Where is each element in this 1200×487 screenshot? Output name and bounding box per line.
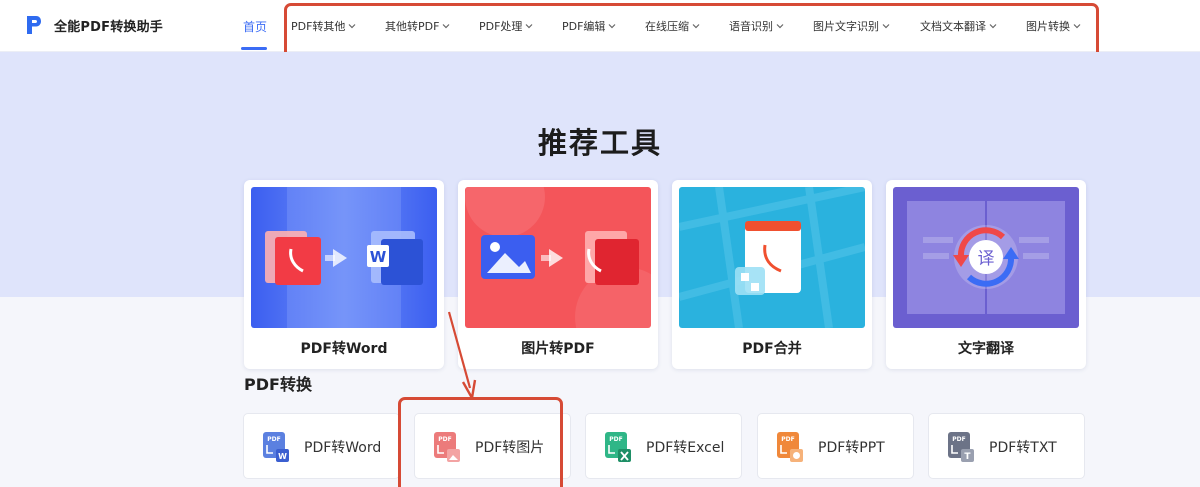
svg-text:T: T	[964, 452, 971, 462]
nav-home-active-indicator	[241, 47, 267, 50]
tool-pdf-to-txt[interactable]: PDF T PDF转TXT	[928, 413, 1085, 479]
annotation-arrow-icon	[447, 311, 477, 400]
svg-text:PDF: PDF	[267, 436, 280, 443]
translate-badge: 译	[978, 249, 995, 269]
rec-card-label: 文字翻译	[958, 341, 1014, 357]
pdf-to-txt-icon: PDF T	[948, 432, 974, 462]
svg-text:PDF: PDF	[952, 436, 965, 443]
rec-card-text-translate[interactable]: 译 文字翻译	[886, 180, 1086, 369]
pdf-to-word-illustration: W	[251, 187, 437, 328]
recommended-title: 推荐工具	[537, 126, 662, 160]
svg-text:W: W	[278, 452, 287, 461]
rec-card-pdf-merge[interactable]: PDF合并	[672, 180, 872, 369]
tool-highlight-annotation	[398, 397, 563, 487]
rec-card-label: PDF合并	[742, 341, 802, 357]
nav-home[interactable]: 首页	[243, 18, 267, 35]
svg-text:PDF: PDF	[781, 436, 794, 443]
tool-label: PDF转TXT	[989, 440, 1057, 456]
pdf-to-ppt-icon: PDF	[777, 432, 803, 462]
brand-name: 全能PDF转换助手	[54, 19, 163, 35]
rec-card-pdf-to-word[interactable]: W PDF转Word	[244, 180, 444, 369]
tool-label: PDF转Word	[304, 440, 382, 456]
tool-pdf-to-excel[interactable]: PDF PDF转Excel	[585, 413, 742, 479]
rec-card-label: 图片转PDF	[521, 341, 595, 357]
tool-pdf-to-ppt[interactable]: PDF PDF转PPT	[757, 413, 914, 479]
pdf-merge-illustration	[679, 187, 865, 328]
pdf-to-word-icon: PDF W	[263, 432, 289, 462]
svg-text:W: W	[370, 248, 387, 266]
pdf-convert-title: PDF转换	[244, 375, 312, 394]
tool-label: PDF转PPT	[818, 440, 885, 456]
tool-pdf-to-word[interactable]: PDF W PDF转Word	[243, 413, 400, 479]
pdf-to-excel-icon: PDF	[605, 432, 631, 462]
svg-text:PDF: PDF	[609, 436, 622, 443]
image-to-pdf-illustration	[465, 187, 651, 328]
rec-card-image-to-pdf[interactable]: 图片转PDF	[458, 180, 658, 369]
brand[interactable]: 全能PDF转换助手	[26, 15, 163, 35]
rec-card-label: PDF转Word	[300, 341, 388, 357]
tool-label: PDF转Excel	[646, 440, 725, 456]
brand-logo-icon	[27, 16, 41, 34]
text-translate-illustration: 译	[893, 187, 1079, 328]
